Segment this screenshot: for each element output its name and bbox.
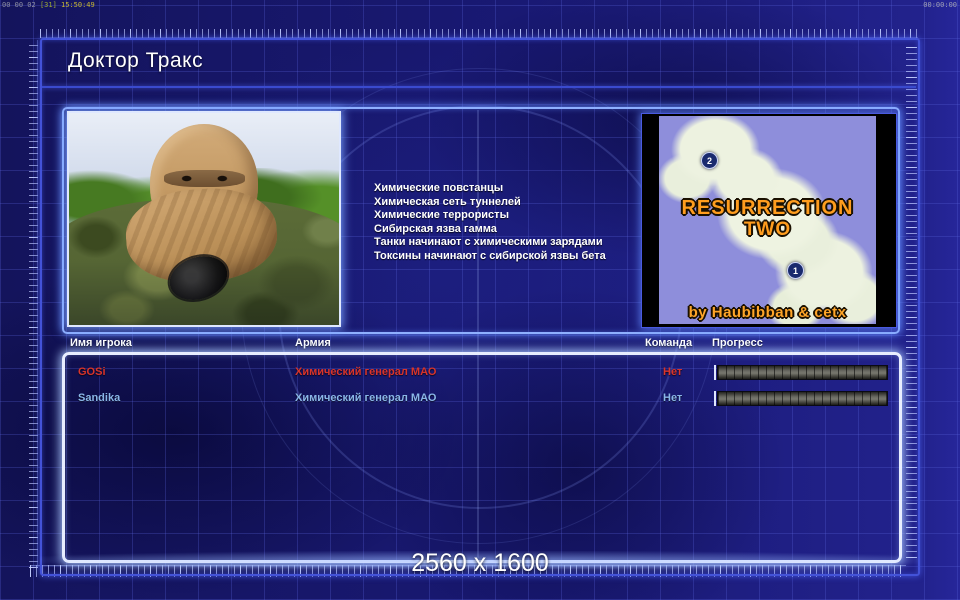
player-name: Sandika <box>78 392 121 404</box>
map-author-credit: by Haubibban & cetx <box>688 304 847 321</box>
player-team: Нет <box>663 366 683 378</box>
title-divider <box>42 86 916 88</box>
column-header-army: Армия <box>295 337 331 349</box>
column-header-player-name: Имя игрока <box>70 337 132 349</box>
column-header-team: Команда <box>645 337 693 349</box>
player-army: Химический генерал МАО <box>295 366 437 378</box>
page-title: Доктор Тракс <box>68 49 204 72</box>
map-title-line1: RESURRECTION <box>681 197 854 219</box>
loading-screen: Доктор Тракс Химические повстанцы Химиче… <box>0 0 960 600</box>
feature-line: Танки начинают с химическими зарядами <box>374 236 603 248</box>
debug-timer-left: 00 00 02 [31] 15:50:49 <box>2 1 95 9</box>
portrait-shading <box>69 113 339 325</box>
map-title-line2: TWO <box>743 219 792 240</box>
debug-elapsed: 00 00 02 <box>2 1 36 9</box>
debug-clock: 15:50:49 <box>61 1 95 9</box>
ruler-left <box>29 40 38 568</box>
player-team: Нет <box>663 392 683 404</box>
resolution-label: 2560 x 1600 <box>411 549 549 577</box>
feature-line: Химическая сеть туннелей <box>374 195 521 208</box>
player-progressbar <box>714 365 888 380</box>
map-start-marker-1: 1 <box>787 262 804 279</box>
feature-line: Химические террористы <box>374 209 509 221</box>
map-preview-image: 2 1 RESURRECTION TWO by Haubibban & cetx <box>659 116 876 324</box>
feature-line: Химические повстанцы <box>374 182 504 194</box>
player-progressbar <box>714 391 888 406</box>
debug-timer-right: 00:00:00 <box>923 1 957 9</box>
ruler-top <box>40 29 918 38</box>
player-army: Химический генерал МАО <box>295 392 437 404</box>
faction-feature-list: Химические повстанцы Химическая сеть тун… <box>374 182 644 263</box>
debug-fps: [31] <box>39 1 57 9</box>
map-preview-panel: 2 1 RESURRECTION TWO by Haubibban & cetx <box>641 113 897 328</box>
map-title: RESURRECTION TWO <box>659 197 876 241</box>
feature-line: Сибирская язва гамма <box>374 222 497 235</box>
map-start-marker-2: 2 <box>701 152 718 169</box>
player-table-panel <box>62 352 902 563</box>
column-header-progress: Прогресс <box>712 337 763 349</box>
general-portrait <box>67 111 341 327</box>
player-name: GOSi <box>78 366 106 378</box>
feature-line: Токсины начинают с сибирской язвы бета <box>374 249 606 262</box>
